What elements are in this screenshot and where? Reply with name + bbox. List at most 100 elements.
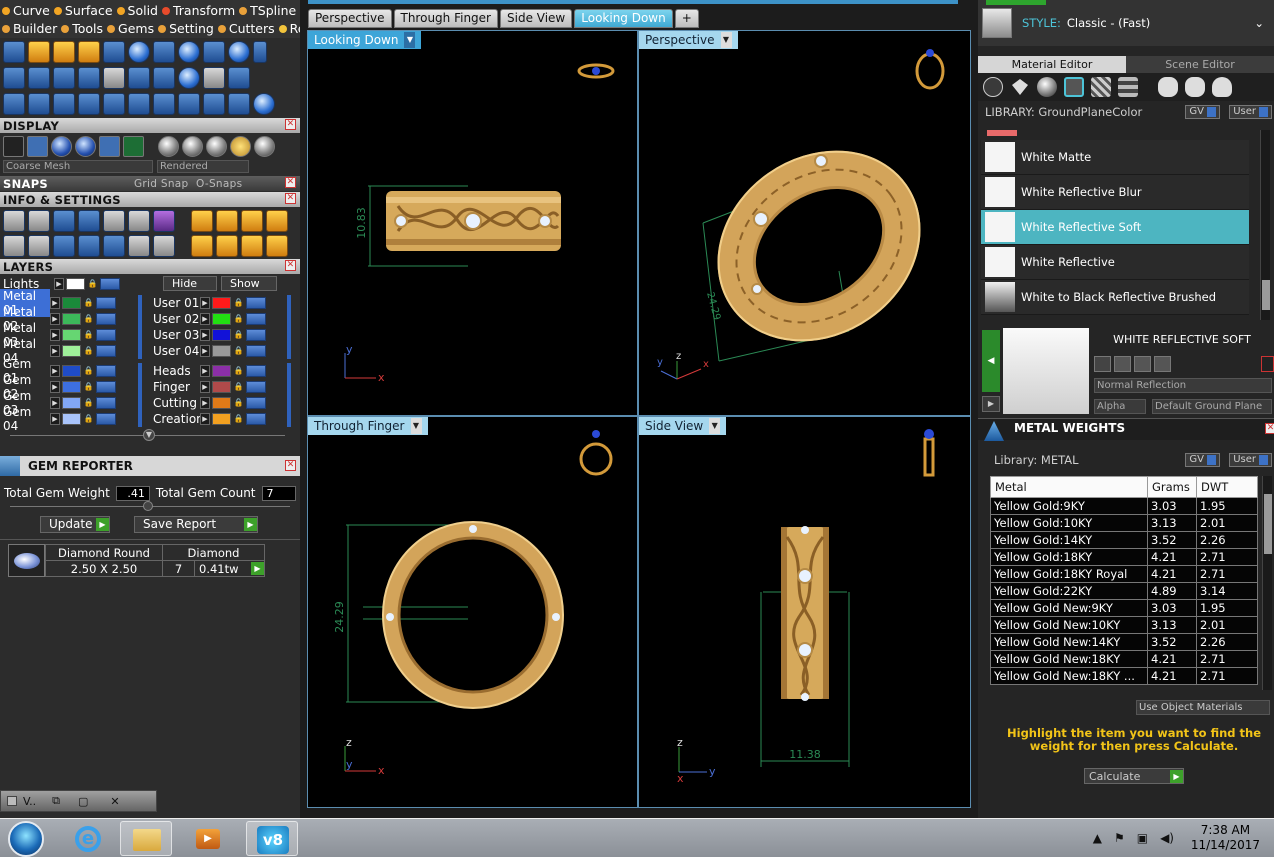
- gv-toggle[interactable]: GV: [1185, 105, 1220, 119]
- style-bar[interactable]: STYLE: Classic - (Fast) ⌄: [978, 0, 1274, 46]
- play-icon[interactable]: ▶: [200, 329, 210, 341]
- axis-icon[interactable]: [216, 234, 238, 257]
- metal-row[interactable]: Yellow Gold:9KY 3.03 1.95: [990, 497, 1258, 515]
- visibility-toggle[interactable]: [96, 297, 116, 309]
- visibility-toggle[interactable]: [96, 345, 116, 357]
- play-icon[interactable]: ▶: [200, 381, 210, 393]
- visibility-toggle[interactable]: [246, 365, 266, 377]
- layer-color-swatch[interactable]: [62, 297, 81, 309]
- material-add-icon[interactable]: [1158, 77, 1178, 97]
- diamond-tool-icon[interactable]: [28, 67, 50, 89]
- rotate-tool-icon[interactable]: [153, 93, 175, 115]
- menu-item-builder[interactable]: Builder: [2, 20, 57, 37]
- plane-tool-icon[interactable]: [78, 67, 100, 89]
- panel-tool-icon[interactable]: [103, 67, 125, 89]
- tray-expand-icon[interactable]: ▲: [1093, 831, 1102, 845]
- material-item[interactable]: White Reflective: [981, 245, 1249, 280]
- matrix-taskbar-button[interactable]: v8: [246, 821, 298, 856]
- layer-label[interactable]: Creation: [150, 412, 204, 426]
- layer-row-user-04[interactable]: User 04 ▶ 🔒: [150, 343, 268, 359]
- gem-icon[interactable]: [1012, 79, 1028, 95]
- metal-row[interactable]: Yellow Gold New:18KY 4.21 2.71: [990, 650, 1258, 668]
- layer-color-swatch[interactable]: [62, 329, 81, 341]
- visibility-toggle[interactable]: [96, 313, 116, 325]
- visibility-toggle[interactable]: [246, 381, 266, 393]
- lock-icon[interactable]: 🔒: [83, 313, 94, 325]
- layer-label[interactable]: User 01: [150, 296, 200, 310]
- metal-row[interactable]: Yellow Gold New:14KY 3.52 2.26: [990, 633, 1258, 651]
- cube-icon[interactable]: [153, 209, 175, 232]
- close-icon[interactable]: ✕: [110, 795, 119, 808]
- sphere-view-3-icon[interactable]: [206, 136, 227, 157]
- light-icon[interactable]: [191, 209, 213, 232]
- material-item[interactable]: White Reflective Soft: [981, 210, 1249, 245]
- layer-color-swatch[interactable]: [62, 397, 81, 409]
- lock-icon[interactable]: 🔒: [233, 381, 244, 393]
- play-icon[interactable]: ▶: [200, 297, 210, 309]
- menu-item-tspline[interactable]: TSpline: [239, 2, 296, 19]
- layer-label[interactable]: Cutting: [150, 396, 200, 410]
- save-report-button[interactable]: Save Report ▶: [134, 515, 258, 533]
- monitor-icon[interactable]: [28, 234, 50, 257]
- play-icon[interactable]: ▶: [50, 381, 60, 393]
- media-taskbar-button[interactable]: ▶: [182, 821, 234, 856]
- visibility-toggle[interactable]: [246, 345, 266, 357]
- layer-label[interactable]: User 02: [150, 312, 200, 326]
- tab-perspective[interactable]: Perspective: [308, 9, 392, 28]
- lock-icon[interactable]: 🔒: [233, 329, 244, 341]
- alpha-field[interactable]: Alpha: [1094, 399, 1146, 414]
- metal-row[interactable]: Yellow Gold:18KY 4.21 2.71: [990, 548, 1258, 566]
- play-icon[interactable]: ▶: [200, 365, 210, 377]
- play-icon[interactable]: ▶: [50, 313, 60, 325]
- s-curve-tool-icon[interactable]: [53, 93, 75, 115]
- metal-row[interactable]: Yellow Gold:18KY Royal 4.21 2.71: [990, 565, 1258, 583]
- filter-icon[interactable]: [103, 234, 125, 257]
- viewport-side-view[interactable]: Side View ▼ 11.38 z x y: [638, 416, 971, 808]
- menu-item-render[interactable]: Render: [278, 20, 300, 37]
- shaded-icon[interactable]: [51, 136, 72, 157]
- circle-tool-icon[interactable]: [253, 93, 275, 115]
- plate-icon[interactable]: [78, 234, 100, 257]
- refresh-icon[interactable]: [1261, 356, 1274, 372]
- layer-color-swatch[interactable]: [62, 313, 81, 325]
- import-icon[interactable]: [1154, 356, 1171, 372]
- copy-icon[interactable]: [1114, 356, 1131, 372]
- arc-tool-icon[interactable]: [28, 93, 50, 115]
- lock-icon[interactable]: 🔒: [233, 345, 244, 357]
- restore-icon[interactable]: ⧉: [52, 794, 60, 808]
- layer-row-finger[interactable]: Finger ▶ 🔒: [150, 379, 268, 395]
- layer-row-user-02[interactable]: User 02 ▶ 🔒: [150, 311, 268, 327]
- layer-color-swatch[interactable]: [212, 297, 231, 309]
- play-icon[interactable]: ▶: [50, 329, 60, 341]
- edit-icon[interactable]: [128, 209, 150, 232]
- use-object-materials-toggle[interactable]: Use Object Materials: [1136, 700, 1270, 715]
- layer-label[interactable]: Heads: [150, 364, 200, 378]
- magnifier-icon[interactable]: [28, 209, 50, 232]
- report-icon[interactable]: [103, 209, 125, 232]
- grid4-icon[interactable]: [3, 234, 25, 257]
- visibility-toggle[interactable]: [246, 413, 266, 425]
- layer-color-swatch[interactable]: [212, 329, 231, 341]
- unlock-tool-icon[interactable]: [78, 41, 100, 63]
- chevron-down-icon[interactable]: ⌄: [1254, 16, 1264, 30]
- printer-icon[interactable]: [53, 209, 75, 232]
- star-tool-icon[interactable]: [178, 41, 200, 63]
- layer-label[interactable]: Finger: [150, 380, 200, 394]
- lock-icon[interactable]: 🔒: [233, 397, 244, 409]
- tab-through-finger[interactable]: Through Finger: [393, 9, 498, 28]
- calculate-button[interactable]: Calculate ▶: [1084, 768, 1184, 784]
- layer-color-swatch[interactable]: [212, 381, 231, 393]
- rendered-icon[interactable]: [75, 136, 96, 157]
- ruler-tool-icon[interactable]: [3, 67, 25, 89]
- layer-color-swatch[interactable]: [62, 345, 81, 357]
- menu-item-curve[interactable]: Curve: [2, 2, 50, 19]
- render-select[interactable]: Rendered: [157, 160, 249, 173]
- lock-icon[interactable]: 🔒: [233, 313, 244, 325]
- play-icon[interactable]: ▶: [200, 345, 210, 357]
- collapse-icon[interactable]: ▼: [143, 429, 155, 441]
- start-button[interactable]: [8, 821, 44, 857]
- sphere-view-2-icon[interactable]: [182, 136, 203, 157]
- play-icon[interactable]: ▶: [200, 313, 210, 325]
- visibility-toggle[interactable]: [246, 329, 266, 341]
- layer-color-swatch[interactable]: [62, 365, 81, 377]
